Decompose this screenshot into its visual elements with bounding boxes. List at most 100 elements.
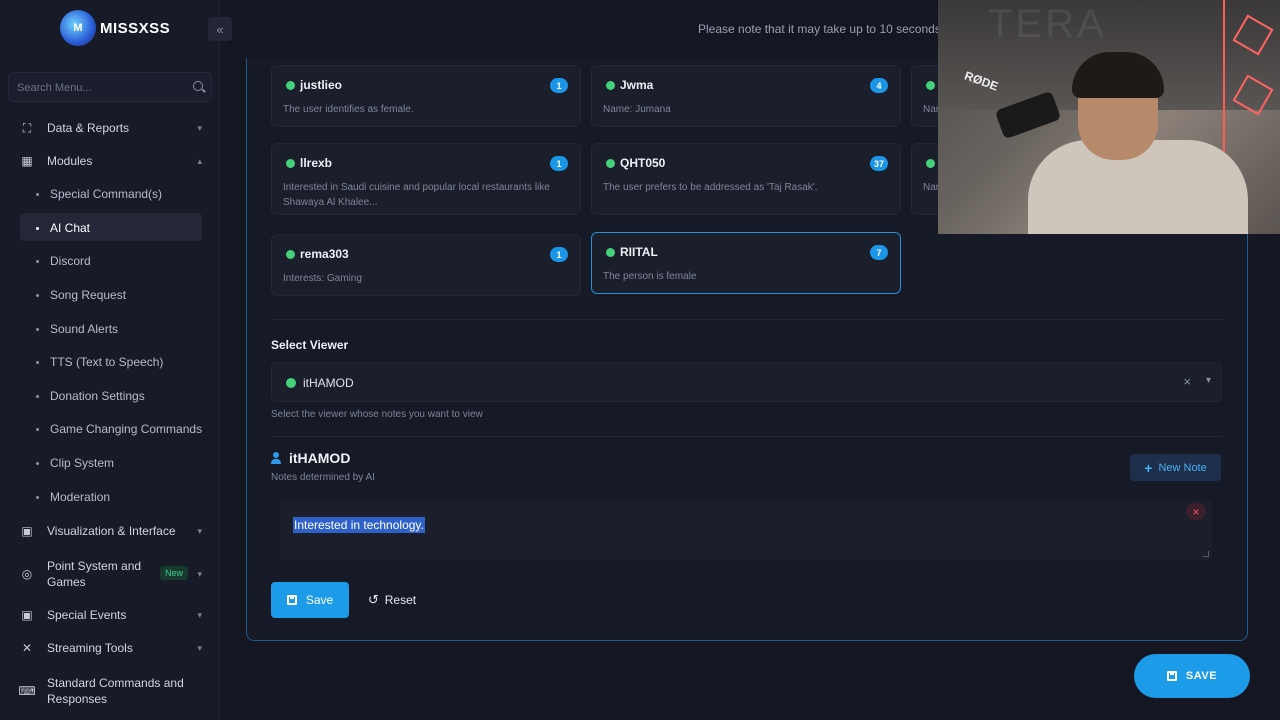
viewer-card-selected[interactable]: RIITAL 7 The person is female xyxy=(591,232,901,294)
bullet-icon xyxy=(36,192,39,196)
online-status-icon xyxy=(606,248,615,257)
note-count-badge: 4 xyxy=(870,78,888,93)
sidebar-item-modules[interactable]: ▦ Modules ▴ xyxy=(20,154,210,168)
sidebar-item-label: Streaming Tools xyxy=(47,641,133,655)
viewer-card[interactable]: QHT050 37 The user prefers to be address… xyxy=(591,143,901,215)
sidebar-subitem-special-commands[interactable]: Special Command(s) xyxy=(36,187,162,201)
sidebar-subitem-sound-alerts[interactable]: Sound Alerts xyxy=(36,322,118,336)
notes-header: itHAMOD xyxy=(271,450,350,466)
note-count-badge: 1 xyxy=(550,156,568,171)
coins-icon: ◎ xyxy=(21,567,33,581)
viewer-card[interactable]: llrexb 1 Interested in Saudi cuisine and… xyxy=(271,143,581,215)
sidebar-subitem-label: Sound Alerts xyxy=(50,322,119,336)
save-label: Save xyxy=(305,593,334,607)
select-viewer-label: Select Viewer xyxy=(271,338,349,352)
undo-icon: ↺ xyxy=(367,592,379,607)
sidebar-subitem-label: AI Chat xyxy=(50,221,91,235)
sidebar-subitem-donation-settings[interactable]: Donation Settings xyxy=(36,389,145,403)
note-textarea[interactable]: Interested in technology. × xyxy=(280,500,1212,560)
viewer-select[interactable]: itHAMOD × ▾ xyxy=(271,362,1222,402)
collapse-sidebar-button[interactable]: « xyxy=(208,17,232,41)
chevron-down-icon: ▾ xyxy=(197,122,202,133)
viewer-note-preview: Interests: Gaming xyxy=(283,273,362,284)
note-count-badge: 1 xyxy=(550,78,568,93)
viewer-card[interactable]: Nar xyxy=(911,65,941,127)
viewer-note-preview: The user prefers to be addressed as 'Taj… xyxy=(603,182,818,193)
calendar-icon: ▣ xyxy=(21,608,33,622)
sidebar-item-label: Point System and Games xyxy=(47,559,142,589)
sidebar-subitem-song-request[interactable]: Song Request xyxy=(36,288,126,302)
clear-icon[interactable]: × xyxy=(1183,374,1191,389)
sidebar-item-streaming-tools[interactable]: ✕ Streaming Tools ▾ xyxy=(20,641,210,655)
sidebar-item-data-reports[interactable]: ⛶ Data & Reports ▾ xyxy=(20,120,210,136)
viewer-card[interactable]: rema303 1 Interests: Gaming xyxy=(271,234,581,296)
new-note-button[interactable]: + New Note xyxy=(1130,454,1221,481)
viewer-card[interactable]: Nar xyxy=(911,143,941,215)
sidebar-subitem-label: Song Request xyxy=(50,288,127,302)
sidebar-item-label: Modules xyxy=(47,154,93,168)
viewer-name: QHT050 xyxy=(620,156,666,170)
delete-note-button[interactable]: × xyxy=(1186,503,1206,520)
sidebar-subitem-tts[interactable]: TTS (Text to Speech) xyxy=(36,355,163,369)
webcam-overlay: TERA RØDE xyxy=(938,0,1280,234)
online-status-icon xyxy=(926,159,935,168)
viewer-name: Jwma xyxy=(620,78,654,92)
bullet-icon xyxy=(36,293,39,297)
new-note-label: New Note xyxy=(1158,461,1207,474)
sidebar-subitem-label: Discord xyxy=(50,254,91,268)
search-input[interactable] xyxy=(17,79,187,97)
sidebar-item-point-system[interactable]: ◎ Point System and Games New ▾ xyxy=(20,558,210,590)
sidebar-search xyxy=(8,72,212,102)
brand: M MISSXSS xyxy=(0,0,220,58)
search-icon[interactable] xyxy=(193,81,203,91)
save-icon xyxy=(286,595,297,605)
new-badge: New xyxy=(160,566,189,580)
note-text[interactable]: Interested in technology. xyxy=(293,517,425,533)
global-save-button[interactable]: SAVE xyxy=(1134,654,1250,698)
online-status-icon xyxy=(286,378,296,388)
expand-icon: ⛶ xyxy=(22,120,32,135)
sidebar-subitem-game-changing-commands[interactable]: Game Changing Commands xyxy=(36,422,202,436)
viewer-select-value: itHAMOD xyxy=(303,376,354,390)
sidebar-item-special-events[interactable]: ▣ Special Events ▾ xyxy=(20,608,210,622)
sidebar-subitem-clip-system[interactable]: Clip System xyxy=(36,456,114,470)
resize-handle[interactable] xyxy=(1203,551,1209,557)
online-status-icon xyxy=(606,159,615,168)
viewer-card[interactable]: Jwma 4 Name: Jumana xyxy=(591,65,901,127)
brand-logo-initial: M xyxy=(73,22,83,34)
sidebar-item-label: Visualization & Interface xyxy=(47,524,176,538)
reset-button[interactable]: ↺ Reset xyxy=(352,582,432,618)
save-button[interactable]: Save xyxy=(271,582,349,618)
bullet-icon xyxy=(36,394,39,398)
divider xyxy=(271,436,1222,437)
sidebar-subitem-label: Game Changing Commands xyxy=(50,422,203,436)
chevron-down-icon[interactable]: ▾ xyxy=(1206,375,1211,386)
reset-label: Reset xyxy=(384,593,417,607)
webcam-wall-text: TERA xyxy=(988,2,1107,46)
sidebar-subitem-label: Moderation xyxy=(50,490,111,504)
user-icon xyxy=(271,452,281,464)
brand-name: MISSXSS xyxy=(100,20,171,37)
viewer-note-preview: Name: Jumana xyxy=(603,104,671,115)
chevron-down-icon: ▾ xyxy=(197,609,202,620)
save-icon xyxy=(1166,671,1177,681)
global-save-label: SAVE xyxy=(1185,670,1218,682)
chevron-down-icon: ▾ xyxy=(197,525,202,536)
viewer-name: llrexb xyxy=(300,156,333,170)
viewer-card[interactable]: justlieo 1 The user identifies as female… xyxy=(271,65,581,127)
note-count-badge: 1 xyxy=(550,247,568,262)
sidebar-subitem-discord[interactable]: Discord xyxy=(36,254,91,268)
chevron-down-icon: ▾ xyxy=(197,642,202,653)
viewer-name: rema303 xyxy=(300,247,349,261)
notes-viewer-name: itHAMOD xyxy=(289,450,351,466)
bullet-icon xyxy=(36,259,39,263)
sidebar-subitem-moderation[interactable]: Moderation xyxy=(36,490,110,504)
sidebar-subitem-ai-chat[interactable]: AI Chat xyxy=(36,221,90,235)
sidebar-item-label: Standard Commands and Responses xyxy=(47,676,184,706)
sidebar-item-standard-commands[interactable]: ⌨ Standard Commands and Responses xyxy=(18,675,210,707)
header-notice: Please note that it may take up to 10 se… xyxy=(698,22,955,36)
sidebar-item-visualization[interactable]: ▣ Visualization & Interface ▾ xyxy=(20,524,210,538)
bullet-icon xyxy=(36,495,39,499)
sidebar-subitem-label: Donation Settings xyxy=(50,389,145,403)
online-status-icon xyxy=(286,81,295,90)
